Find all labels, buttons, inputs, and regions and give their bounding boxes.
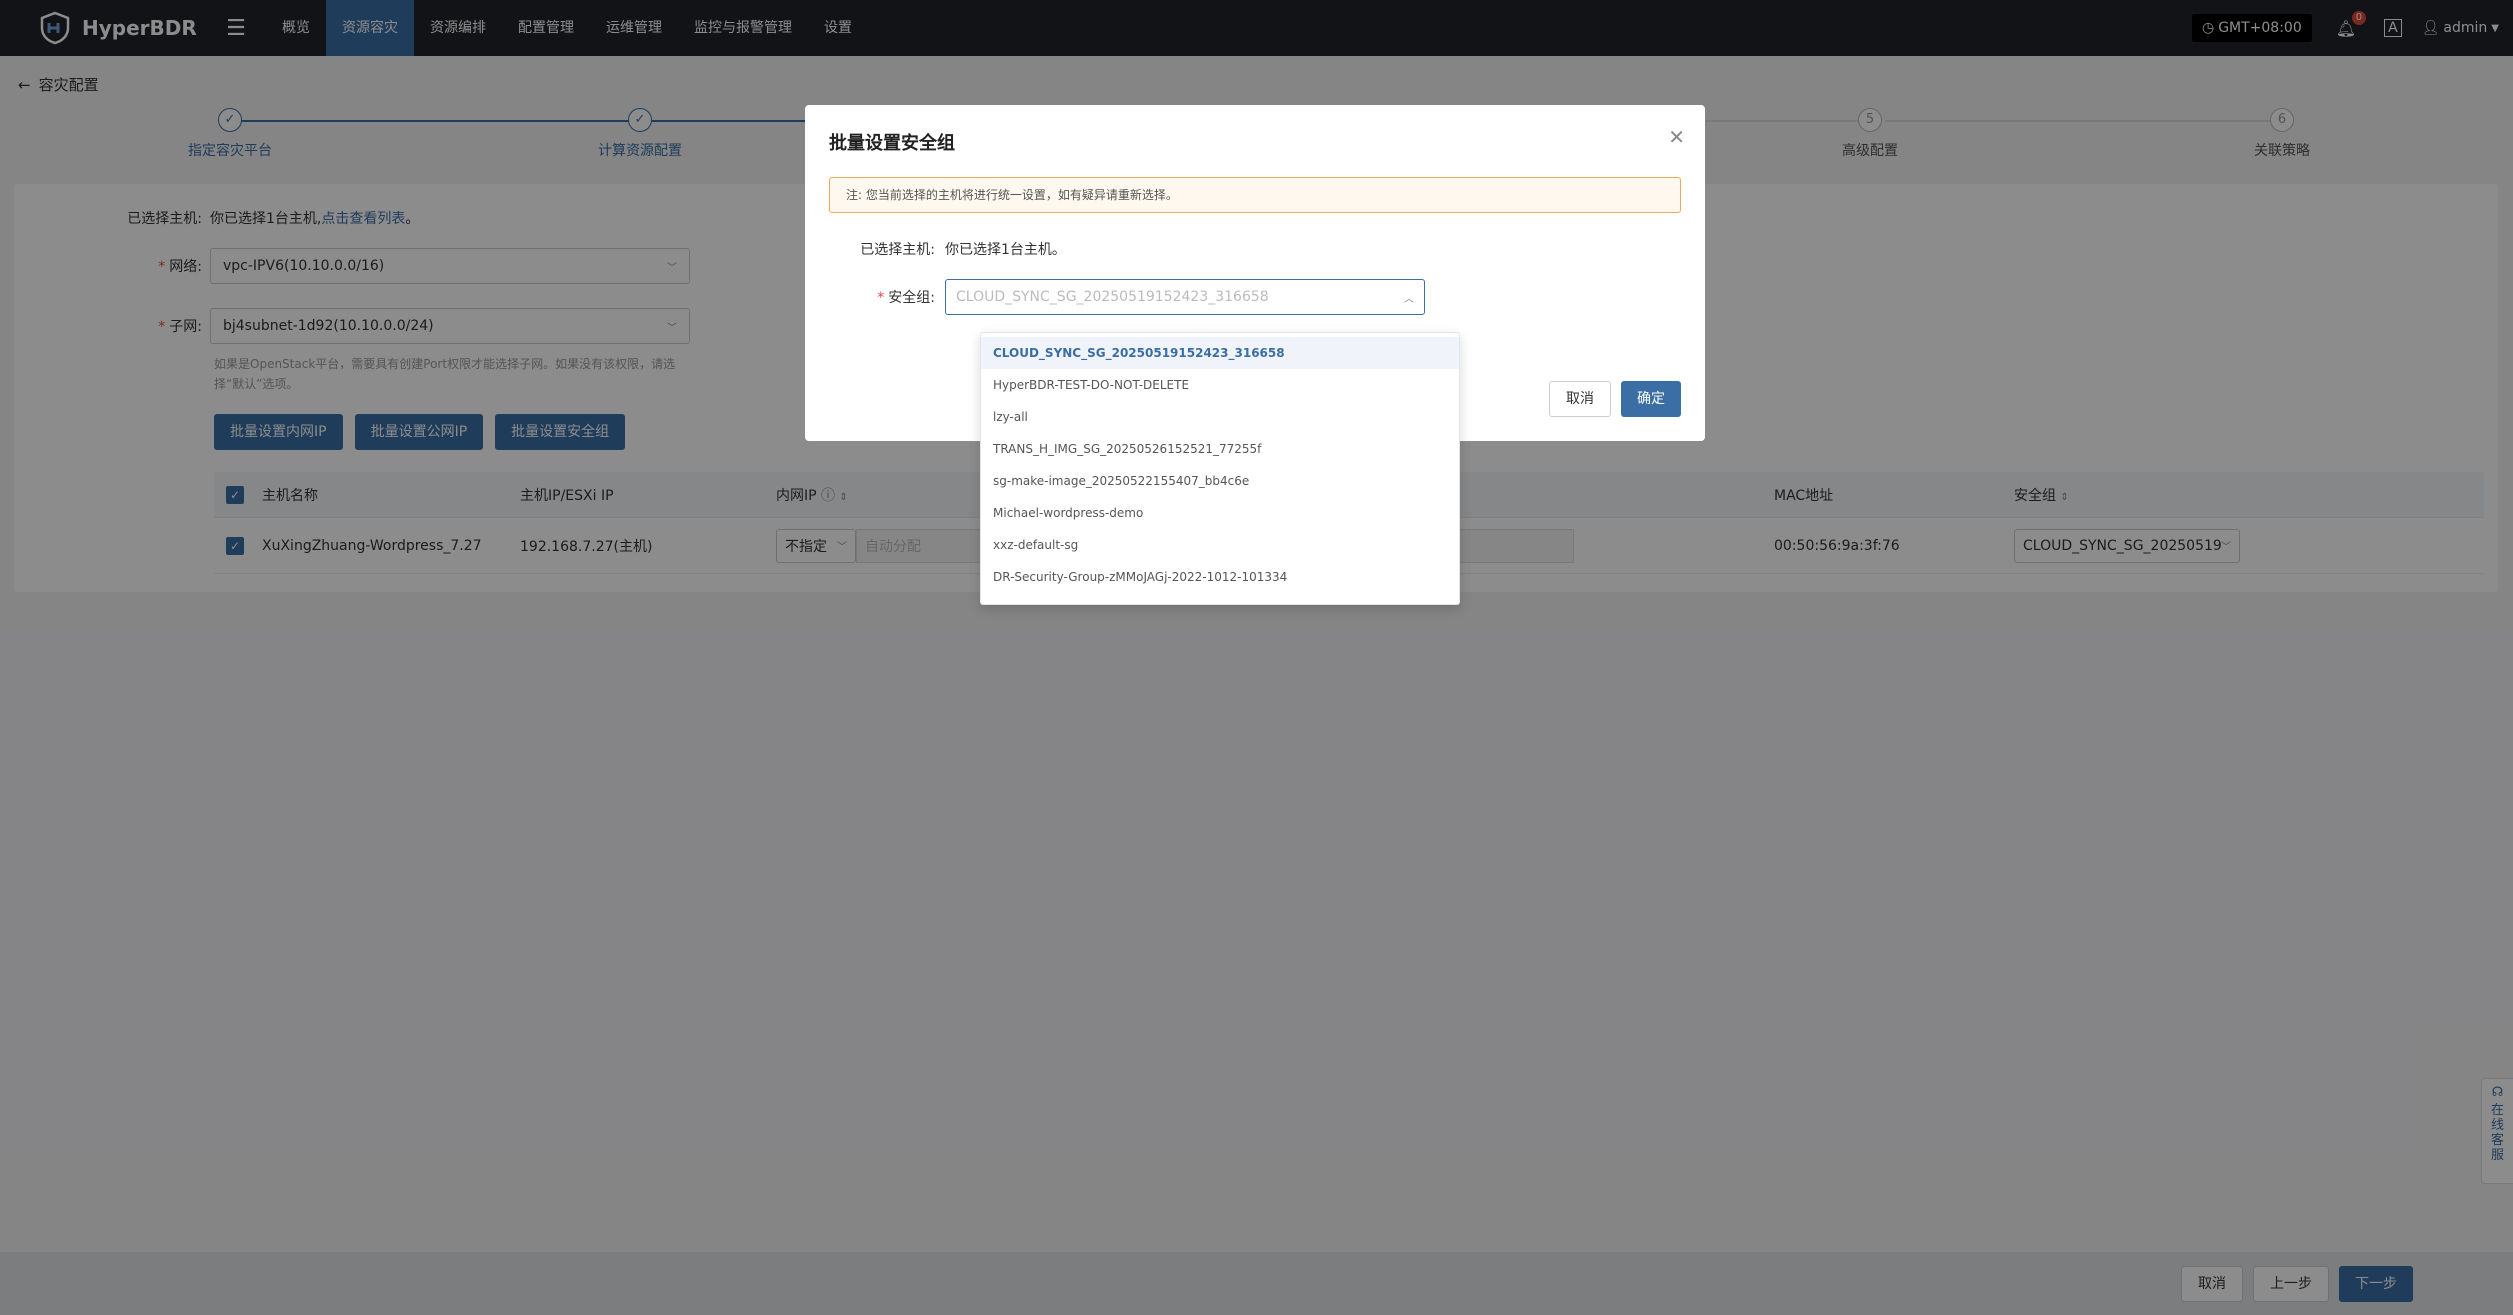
dropdown-option[interactable]: sg-make-image_20250522155407_bb4c6e — [981, 465, 1459, 497]
dropdown-option[interactable]: TRANS_H_IMG_SG_20250526152521_77255f — [981, 433, 1459, 465]
close-icon[interactable]: ✕ — [1668, 125, 1685, 149]
dropdown-option[interactable]: Michael-wordpress-demo — [981, 497, 1459, 529]
modal-sg-label: * 安全组: — [877, 290, 935, 306]
modal-buttons: 取消 确定 — [1549, 381, 1681, 417]
modal-selected-row: 已选择主机: 你已选择1台主机。 — [805, 239, 1066, 259]
dropdown-option[interactable]: DR-Security-Group-zMMoJAGj-2022-1012-101… — [981, 561, 1459, 593]
security-group-placeholder: CLOUD_SYNC_SG_20250519152423_316658 — [956, 289, 1269, 305]
modal-sg-row: * 安全组: CLOUD_SYNC_SG_20250519152423_31665… — [805, 279, 1425, 315]
dropdown-option[interactable]: HyperBDR-TEST-DO-NOT-DELETE — [981, 369, 1459, 401]
modal-confirm-button[interactable]: 确定 — [1621, 381, 1681, 417]
modal-selected-text: 你已选择1台主机。 — [945, 242, 1066, 258]
dropdown-option[interactable]: lzy-all — [981, 401, 1459, 433]
modal-selected-label: 已选择主机: — [860, 242, 935, 258]
dropdown-option[interactable]: xxz-default-sg — [981, 529, 1459, 561]
dropdown-option[interactable]: CLOUD_SYNC_SG_20250519152423_316658 — [981, 337, 1459, 369]
chevron-up-icon: ︿ — [1404, 293, 1414, 305]
modal-cancel-button[interactable]: 取消 — [1549, 381, 1611, 417]
modal-title: 批量设置安全组 — [829, 133, 955, 154]
security-group-select[interactable]: CLOUD_SYNC_SG_20250519152423_316658 ︿ — [945, 279, 1425, 315]
modal-notice: 注: 您当前选择的主机将进行统一设置，如有疑异请重新选择。 — [829, 177, 1681, 213]
security-group-dropdown: CLOUD_SYNC_SG_20250519152423_316658 Hype… — [980, 332, 1460, 605]
